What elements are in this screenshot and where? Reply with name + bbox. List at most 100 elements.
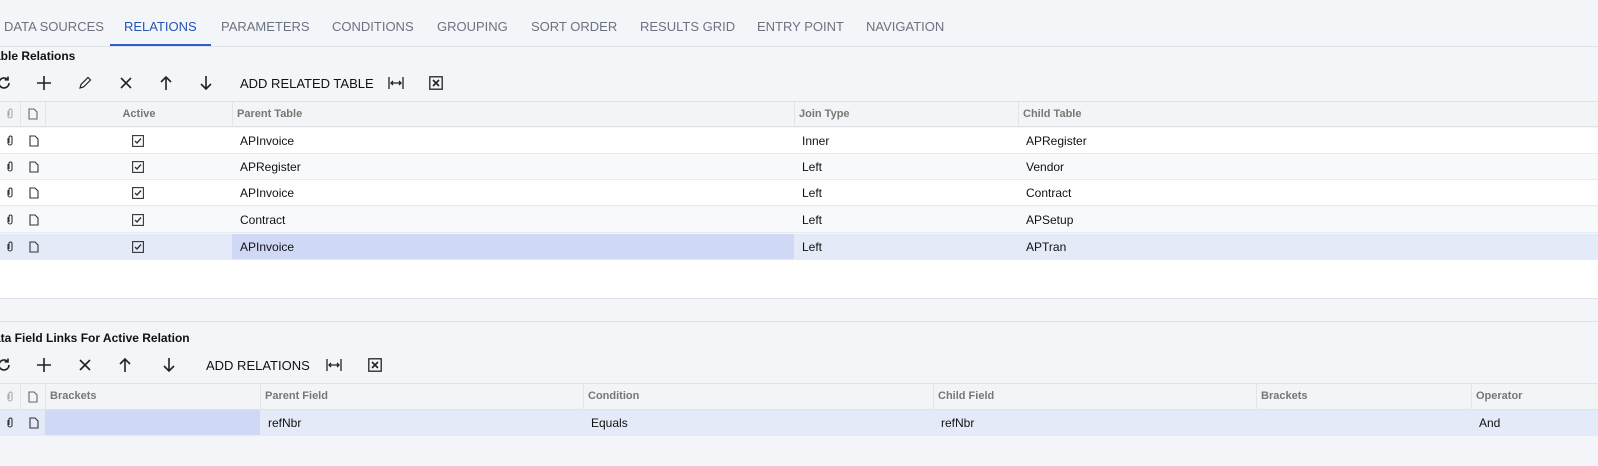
plus-icon xyxy=(37,76,51,90)
fit-width-icon xyxy=(388,77,404,89)
arrow-down-icon xyxy=(200,76,212,90)
tab-conditions[interactable]: CONDITIONS xyxy=(332,0,414,46)
note-icon[interactable] xyxy=(22,207,46,232)
column-header-child-table[interactable]: Child Table xyxy=(1018,102,1598,126)
join-type-cell[interactable]: Left xyxy=(794,180,1018,205)
parent-table-cell[interactable]: APInvoice xyxy=(232,180,794,205)
table-row[interactable]: Contract Left APSetup xyxy=(0,207,1598,233)
active-checkbox[interactable] xyxy=(128,128,148,153)
relations-section-title: able Relations xyxy=(0,49,76,63)
note-icon[interactable] xyxy=(22,154,46,179)
column-header-active[interactable]: Active xyxy=(45,102,232,126)
active-checkbox[interactable] xyxy=(128,234,148,259)
child-field-cell[interactable]: refNbr xyxy=(933,410,1256,435)
links-section-title: ata Field Links For Active Relation xyxy=(0,331,190,345)
column-header-brackets-open[interactable]: Brackets xyxy=(45,384,260,409)
refresh-icon xyxy=(0,358,10,371)
plus-icon xyxy=(37,358,51,372)
move-up-button[interactable] xyxy=(156,74,176,92)
attachment-icon[interactable] xyxy=(0,180,20,205)
refresh-button[interactable] xyxy=(0,74,14,92)
arrow-up-icon xyxy=(119,358,131,372)
column-header-brackets-close[interactable]: Brackets xyxy=(1256,384,1471,409)
fit-to-width-button[interactable] xyxy=(324,356,344,374)
table-row-selected[interactable]: refNbr Equals refNbr And xyxy=(0,410,1598,436)
excel-icon xyxy=(368,358,382,372)
brackets-open-cell[interactable] xyxy=(45,410,260,435)
note-icon[interactable] xyxy=(22,128,46,153)
tab-data-sources[interactable]: DATA SOURCES xyxy=(4,0,104,46)
tab-bar: DATA SOURCES RELATIONS PARAMETERS CONDIT… xyxy=(0,0,1598,47)
parent-field-cell[interactable]: refNbr xyxy=(260,410,583,435)
edit-button[interactable] xyxy=(75,74,95,92)
child-table-cell[interactable]: APRegister xyxy=(1018,128,1598,153)
column-header-child-field[interactable]: Child Field xyxy=(933,384,1256,409)
child-table-cell[interactable]: APSetup xyxy=(1018,207,1598,232)
brackets-close-cell[interactable] xyxy=(1256,410,1471,435)
parent-table-cell[interactable]: APInvoice xyxy=(232,234,794,259)
table-row[interactable]: APRegister Left Vendor xyxy=(0,154,1598,180)
column-header-operator[interactable]: Operator xyxy=(1471,384,1598,409)
refresh-button[interactable] xyxy=(0,356,14,374)
links-grid-header: Brackets Parent Field Condition Child Fi… xyxy=(0,383,1598,410)
child-table-cell[interactable]: Vendor xyxy=(1018,154,1598,179)
active-checkbox[interactable] xyxy=(128,180,148,205)
excel-icon xyxy=(429,76,443,90)
parent-table-cell[interactable]: APInvoice xyxy=(232,128,794,153)
delete-button[interactable] xyxy=(75,356,95,374)
join-type-cell[interactable]: Inner xyxy=(794,128,1018,153)
tab-entry-point[interactable]: ENTRY POINT xyxy=(757,0,844,46)
tab-results-grid[interactable]: RESULTS GRID xyxy=(640,0,735,46)
join-type-cell[interactable]: Left xyxy=(794,154,1018,179)
add-relations-button[interactable]: ADD RELATIONS xyxy=(206,358,310,373)
export-excel-button[interactable] xyxy=(365,356,385,374)
fit-to-width-button[interactable] xyxy=(386,74,406,92)
join-type-cell[interactable]: Left xyxy=(794,207,1018,232)
column-header-parent-table[interactable]: Parent Table xyxy=(232,102,794,126)
attachment-icon[interactable] xyxy=(0,207,20,232)
move-down-button[interactable] xyxy=(159,356,179,374)
grid-empty-area xyxy=(0,260,1598,298)
join-type-cell[interactable]: Left xyxy=(794,234,1018,259)
export-excel-button[interactable] xyxy=(426,74,446,92)
attachment-column-icon xyxy=(0,102,20,126)
table-row[interactable]: APInvoice Left Contract xyxy=(0,180,1598,206)
tab-relations[interactable]: RELATIONS xyxy=(110,0,211,46)
move-up-button[interactable] xyxy=(115,356,135,374)
tab-grouping[interactable]: GROUPING xyxy=(437,0,508,46)
tab-navigation[interactable]: NAVIGATION xyxy=(866,0,944,46)
tab-sort-order[interactable]: SORT ORDER xyxy=(531,0,617,46)
column-header-condition[interactable]: Condition xyxy=(583,384,933,409)
column-header-parent-field[interactable]: Parent Field xyxy=(260,384,583,409)
note-column-icon xyxy=(20,102,45,126)
parent-table-cell[interactable]: Contract xyxy=(232,207,794,232)
attachment-icon[interactable] xyxy=(0,154,20,179)
tab-parameters[interactable]: PARAMETERS xyxy=(221,0,310,46)
arrow-down-icon xyxy=(163,358,175,372)
add-row-button[interactable] xyxy=(34,74,54,92)
attachment-icon[interactable] xyxy=(0,234,20,259)
child-table-cell[interactable]: APTran xyxy=(1018,234,1598,259)
close-icon xyxy=(79,359,91,371)
move-down-button[interactable] xyxy=(196,74,216,92)
operator-cell[interactable]: And xyxy=(1471,410,1598,435)
child-table-cell[interactable]: Contract xyxy=(1018,180,1598,205)
active-checkbox[interactable] xyxy=(128,154,148,179)
panel-splitter[interactable] xyxy=(0,298,1598,322)
attachment-icon[interactable] xyxy=(0,128,20,153)
note-icon[interactable] xyxy=(22,180,46,205)
add-related-table-button[interactable]: ADD RELATED TABLE xyxy=(240,76,374,91)
delete-button[interactable] xyxy=(116,74,136,92)
note-icon[interactable] xyxy=(22,234,46,259)
close-icon xyxy=(120,77,132,89)
parent-table-cell[interactable]: APRegister xyxy=(232,154,794,179)
table-row-selected[interactable]: APInvoice Left APTran xyxy=(0,234,1598,260)
active-checkbox[interactable] xyxy=(128,207,148,232)
add-row-button[interactable] xyxy=(34,356,54,374)
attachment-icon[interactable] xyxy=(0,410,20,435)
note-icon[interactable] xyxy=(22,410,46,435)
note-column-icon xyxy=(20,384,45,409)
condition-cell[interactable]: Equals xyxy=(583,410,933,435)
column-header-join-type[interactable]: Join Type xyxy=(794,102,1018,126)
table-row[interactable]: APInvoice Inner APRegister xyxy=(0,128,1598,154)
